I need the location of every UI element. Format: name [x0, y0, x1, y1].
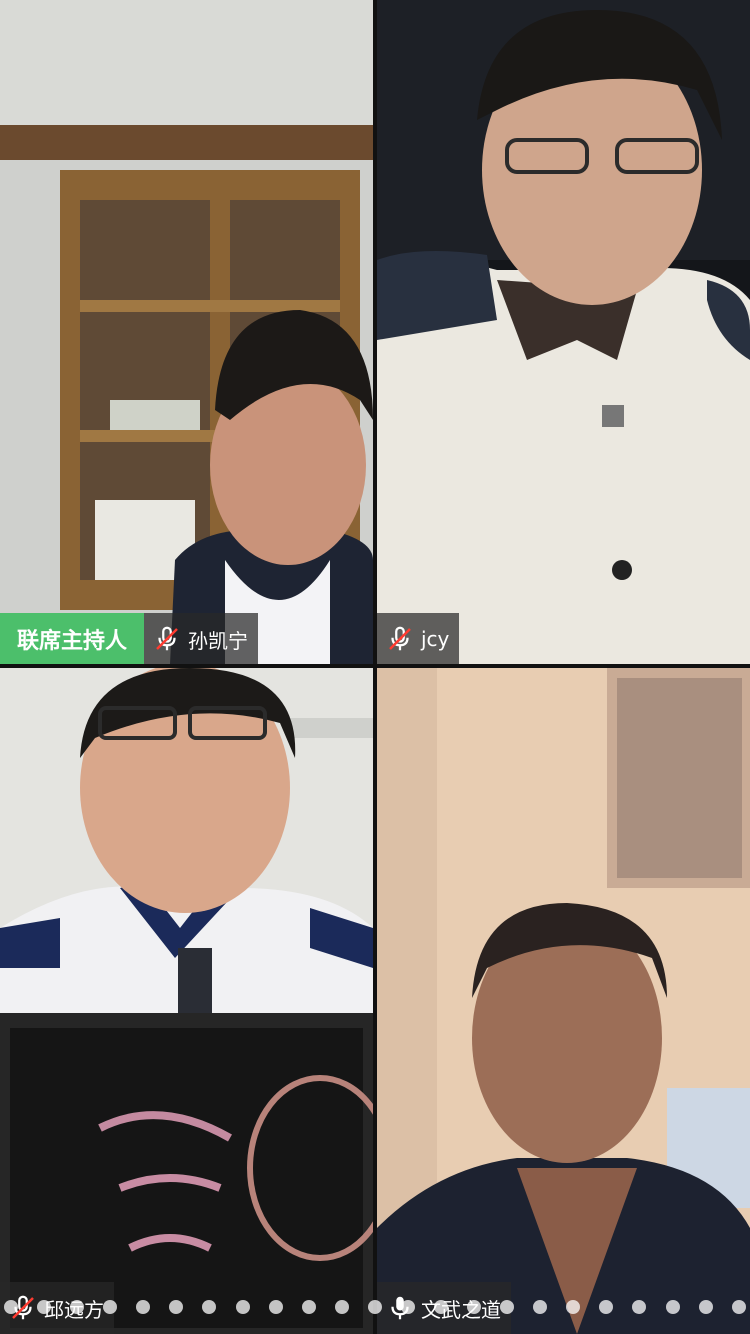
page-dot[interactable] — [500, 1300, 515, 1314]
page-dot[interactable] — [467, 1300, 482, 1314]
page-dot[interactable] — [533, 1300, 548, 1314]
page-dot[interactable] — [731, 1300, 746, 1314]
video-feed — [0, 0, 373, 664]
video-tile-1[interactable]: 联席主持人 孙凯宁 — [0, 0, 373, 664]
page-dot[interactable] — [367, 1300, 382, 1314]
page-dot[interactable] — [632, 1300, 647, 1314]
video-feed — [0, 668, 373, 1334]
participant-label: jcy — [377, 613, 460, 664]
page-dot[interactable] — [103, 1300, 118, 1314]
participant-name: jcy — [421, 627, 450, 651]
page-dot[interactable] — [698, 1300, 713, 1314]
page-dot[interactable] — [434, 1300, 449, 1314]
video-tile-3[interactable]: 邱远方 — [0, 668, 373, 1334]
page-dot[interactable] — [169, 1300, 184, 1314]
page-dot[interactable] — [665, 1300, 680, 1314]
page-dot[interactable] — [136, 1300, 151, 1314]
page-dot[interactable] — [268, 1300, 283, 1314]
video-tile-4[interactable]: 文武之道 — [377, 668, 750, 1334]
page-dot[interactable] — [235, 1300, 250, 1314]
video-feed — [377, 0, 750, 664]
mic-muted-icon — [152, 624, 182, 654]
mic-muted-icon — [385, 624, 415, 654]
video-grid: 联席主持人 孙凯宁 jcy 文武之道 — [0, 0, 750, 1334]
video-feed — [377, 668, 750, 1334]
page-dot[interactable] — [301, 1300, 316, 1314]
video-tile-2[interactable]: jcy — [377, 0, 750, 664]
page-dot[interactable] — [37, 1300, 52, 1314]
page-dot[interactable] — [70, 1300, 85, 1314]
page-dot[interactable] — [566, 1300, 581, 1314]
page-dot[interactable] — [4, 1300, 18, 1314]
page-dot[interactable] — [400, 1300, 415, 1314]
page-indicator[interactable] — [0, 1300, 750, 1318]
page-dot[interactable] — [334, 1300, 349, 1314]
page-dot[interactable] — [599, 1300, 614, 1314]
participant-label: 孙凯宁 — [144, 613, 258, 664]
co-host-badge: 联席主持人 — [0, 613, 144, 664]
participant-name: 孙凯宁 — [188, 628, 248, 653]
page-dot[interactable] — [202, 1300, 217, 1314]
